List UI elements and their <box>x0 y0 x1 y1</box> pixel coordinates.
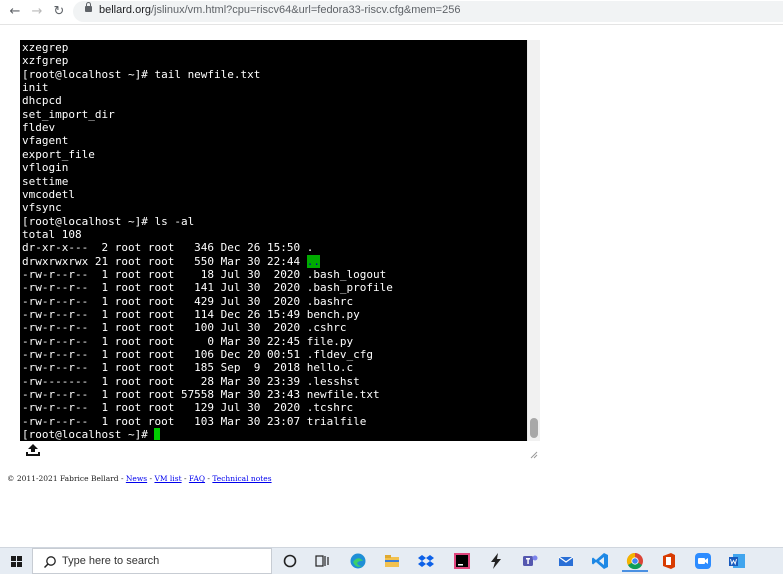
terminal-line: -rw------- 1 root root 28 Mar 30 23:39 .… <box>22 374 360 388</box>
page-footer: © 2011-2021 Fabrice Bellard - News - VM … <box>7 474 272 483</box>
terminal-scrollbar[interactable] <box>527 40 540 441</box>
upload-icon[interactable] <box>25 443 41 457</box>
windows-start-icon[interactable] <box>0 548 32 574</box>
terminal-line: set_import_dir <box>22 107 115 121</box>
search-placeholder: Type here to search <box>62 555 160 567</box>
vm-list-link[interactable]: VM list <box>154 474 181 483</box>
terminal-line: export_file <box>22 147 95 161</box>
vscode-icon[interactable] <box>591 552 609 570</box>
forward-arrow-icon[interactable]: → <box>28 3 46 21</box>
terminal-screen[interactable]: xzegrep xzfgrep [root@localhost ~]# tail n… <box>20 40 527 441</box>
terminal-line: -rw-r--r-- 1 root root 100 Jul 30 2020 .… <box>22 321 347 335</box>
edge-browser-icon[interactable] <box>349 552 367 570</box>
mail-icon[interactable] <box>557 552 575 570</box>
terminal-line: fldev <box>22 121 56 135</box>
faq-link[interactable]: FAQ <box>189 474 205 483</box>
search-icon <box>43 556 56 569</box>
terminal-line: -rw-r--r-- 1 root root 0 Mar 30 22:45 fi… <box>22 334 354 348</box>
cortana-icon[interactable] <box>281 552 299 570</box>
terminal-line: drwxrwxrwx 21 root root 550 Mar 30 22:44… <box>22 254 321 268</box>
windows-taskbar: Type here to search <box>0 547 783 574</box>
news-link[interactable]: News <box>126 474 147 483</box>
terminal-line: total 108 <box>22 227 82 241</box>
copyright-text: © 2011-2021 Fabrice Bellard - <box>7 474 126 483</box>
terminal-line: [root@localhost ~]# tail newfile.txt <box>22 67 261 81</box>
terminal-line: -rw-r--r-- 1 root root 106 Dec 20 00:51 … <box>22 348 373 362</box>
terminal-line: -rw-r--r-- 1 root root 57558 Mar 30 23:4… <box>22 388 380 402</box>
file-explorer-icon[interactable] <box>383 552 401 570</box>
task-view-icon[interactable] <box>313 552 331 570</box>
scrollbar-thumb[interactable] <box>530 418 538 438</box>
lock-icon <box>85 2 92 12</box>
terminal-line: -rw-r--r-- 1 root root 429 Jul 30 2020 .… <box>22 294 354 308</box>
back-arrow-icon[interactable]: ← <box>6 3 24 21</box>
terminal-line: dr-xr-x--- 2 root root 346 Dec 26 15:50 … <box>22 241 314 255</box>
dropbox-icon[interactable] <box>417 552 435 570</box>
terminal-line: vmcodetl <box>22 187 75 201</box>
terminal-line: -rw-r--r-- 1 root root 114 Dec 26 15:49 … <box>22 308 360 321</box>
active-app-indicator <box>622 570 648 572</box>
reload-icon[interactable]: ↻ <box>50 3 68 21</box>
highlighted-parent-dir: .. <box>306 254 321 268</box>
terminal-line: xzegrep <box>22 41 69 54</box>
chrome-icon[interactable] <box>626 552 644 570</box>
terminal-line: init <box>22 81 49 95</box>
terminal-line: vfagent <box>22 134 69 148</box>
url-text[interactable]: bellard.org/jslinux/vm.html?cpu=riscv64&… <box>99 4 460 16</box>
intellij-icon[interactable] <box>453 552 471 570</box>
address-bar[interactable]: bellard.org/jslinux/vm.html?cpu=riscv64&… <box>73 1 783 22</box>
terminal-line: [root@localhost ~]# <box>22 428 161 441</box>
office-icon[interactable] <box>660 552 678 570</box>
word-icon[interactable] <box>728 552 746 570</box>
technical-notes-link[interactable]: Technical notes <box>212 474 271 483</box>
terminal-line: -rw-r--r-- 1 root root 103 Mar 30 23:07 … <box>22 414 367 428</box>
terminal-line: xzfgrep <box>22 54 69 68</box>
terminal-line: vfsync <box>22 201 62 215</box>
terminal-line: settime <box>22 174 69 188</box>
zoom-icon[interactable] <box>694 552 712 570</box>
resize-handle-icon[interactable] <box>530 451 538 459</box>
teams-icon[interactable] <box>521 552 539 570</box>
terminal-line: -rw-r--r-- 1 root root 129 Jul 30 2020 .… <box>22 401 354 415</box>
terminal-line: -rw-r--r-- 1 root root 18 Jul 30 2020 .b… <box>22 267 387 281</box>
terminal-line: vflogin <box>22 161 69 175</box>
terminal-line: -rw-r--r-- 1 root root 185 Sep 9 2018 he… <box>22 361 354 375</box>
terminal-line: -rw-r--r-- 1 root root 141 Jul 30 2020 .… <box>22 281 393 295</box>
terminal-line: [root@localhost ~]# ls -al <box>22 214 195 228</box>
power-automate-icon[interactable] <box>487 552 505 570</box>
terminal-line: dhcpcd <box>22 94 62 108</box>
browser-toolbar: ← → ↻ bellard.org/jslinux/vm.html?cpu=ri… <box>0 0 783 25</box>
terminal-cursor <box>154 428 161 441</box>
taskbar-search-box[interactable]: Type here to search <box>32 548 272 574</box>
